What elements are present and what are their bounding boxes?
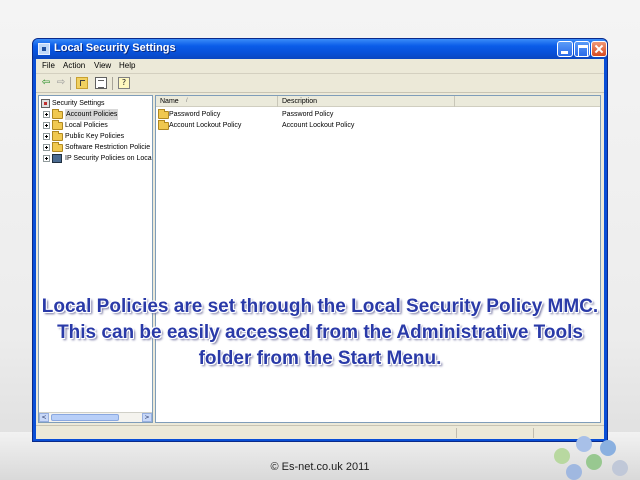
app-icon	[38, 43, 50, 55]
maximize-icon[interactable]	[574, 41, 590, 57]
console-tree-pane[interactable]: Security Settings Account Policies Local…	[38, 95, 153, 423]
folder-icon	[52, 131, 63, 141]
export-list-icon[interactable]	[95, 77, 107, 89]
sort-indicator-icon: /	[186, 98, 188, 104]
column-header-empty[interactable]	[455, 96, 600, 107]
menu-view[interactable]: View	[94, 61, 111, 70]
decorative-dot	[576, 436, 592, 452]
up-one-level-icon[interactable]	[76, 77, 88, 89]
details-list-pane[interactable]: Name / Description Password Policy Passw…	[155, 95, 601, 423]
menu-action[interactable]: Action	[63, 61, 85, 70]
minimize-icon[interactable]	[557, 41, 573, 57]
window-titlebar[interactable]: Local Security Settings	[33, 39, 607, 59]
list-item-name: Password Policy	[169, 111, 221, 118]
tree-item-label: Local Policies	[65, 122, 108, 129]
expand-plus-icon[interactable]	[43, 155, 50, 162]
scroll-right-icon[interactable]: >	[142, 413, 152, 422]
window-title: Local Security Settings	[54, 42, 176, 54]
status-divider	[533, 428, 534, 438]
folder-icon	[158, 120, 169, 130]
decorative-dot	[566, 464, 582, 480]
back-arrow-icon[interactable]: ⇦	[40, 77, 52, 89]
decorative-dot	[612, 460, 628, 476]
status-bar	[36, 425, 604, 439]
decorative-dots	[548, 434, 640, 480]
window-client-area: File Action View Help ⇦ ⇨ ? Security Set…	[36, 59, 604, 439]
forward-arrow-icon[interactable]: ⇨	[55, 77, 67, 89]
expand-plus-icon[interactable]	[43, 111, 50, 118]
menu-help[interactable]: Help	[119, 61, 135, 70]
help-icon[interactable]: ?	[118, 77, 130, 89]
column-header-description[interactable]: Description	[278, 96, 455, 107]
list-item-description: Account Lockout Policy	[282, 122, 355, 129]
slide-caption: Local Policies are set through the Local…	[41, 296, 599, 369]
expand-plus-icon[interactable]	[43, 122, 50, 129]
slide-footer-copyright: © Es-net.co.uk 2011	[270, 461, 370, 473]
list-item-account-lockout-policy[interactable]: Account Lockout Policy Account Lockout P…	[156, 120, 596, 131]
toolbar-separator	[112, 77, 113, 90]
tree-item-label: IP Security Policies on Loca	[65, 155, 152, 162]
security-settings-icon	[41, 99, 50, 108]
list-header: Name / Description	[156, 96, 600, 107]
list-item-description: Password Policy	[282, 111, 334, 118]
toolbar: ⇦ ⇨ ?	[36, 74, 604, 93]
tree-item-label: Security Settings	[52, 100, 105, 107]
column-label: Name	[160, 98, 179, 105]
scroll-thumb[interactable]	[51, 414, 119, 421]
expand-plus-icon[interactable]	[43, 133, 50, 140]
monitor-icon	[52, 154, 62, 163]
list-item-password-policy[interactable]: Password Policy Password Policy	[156, 109, 596, 120]
menu-file[interactable]: File	[42, 61, 55, 70]
menu-bar: File Action View Help	[36, 59, 604, 74]
column-label: Description	[282, 98, 318, 105]
folder-icon	[158, 109, 169, 119]
folder-icon	[52, 120, 63, 130]
decorative-dot	[600, 440, 616, 456]
tree-item-label: Account Policies	[65, 109, 119, 120]
close-icon[interactable]	[591, 41, 607, 57]
tree-item-label: Public Key Policies	[65, 133, 125, 140]
column-header-name[interactable]: Name /	[156, 96, 278, 107]
status-divider	[456, 428, 457, 438]
decorative-dot	[554, 448, 570, 464]
folder-lock-icon	[52, 109, 63, 119]
tree-horizontal-scrollbar[interactable]: < >	[39, 412, 152, 422]
toolbar-separator	[70, 77, 71, 90]
scroll-left-icon[interactable]: <	[39, 413, 49, 422]
list-item-name: Account Lockout Policy	[169, 122, 242, 129]
expand-plus-icon[interactable]	[43, 144, 50, 151]
folder-icon	[52, 142, 63, 152]
local-security-settings-window: Local Security Settings File Action View…	[32, 38, 608, 442]
tree-item-label: Software Restriction Policie	[65, 144, 151, 151]
decorative-dot	[586, 454, 602, 470]
